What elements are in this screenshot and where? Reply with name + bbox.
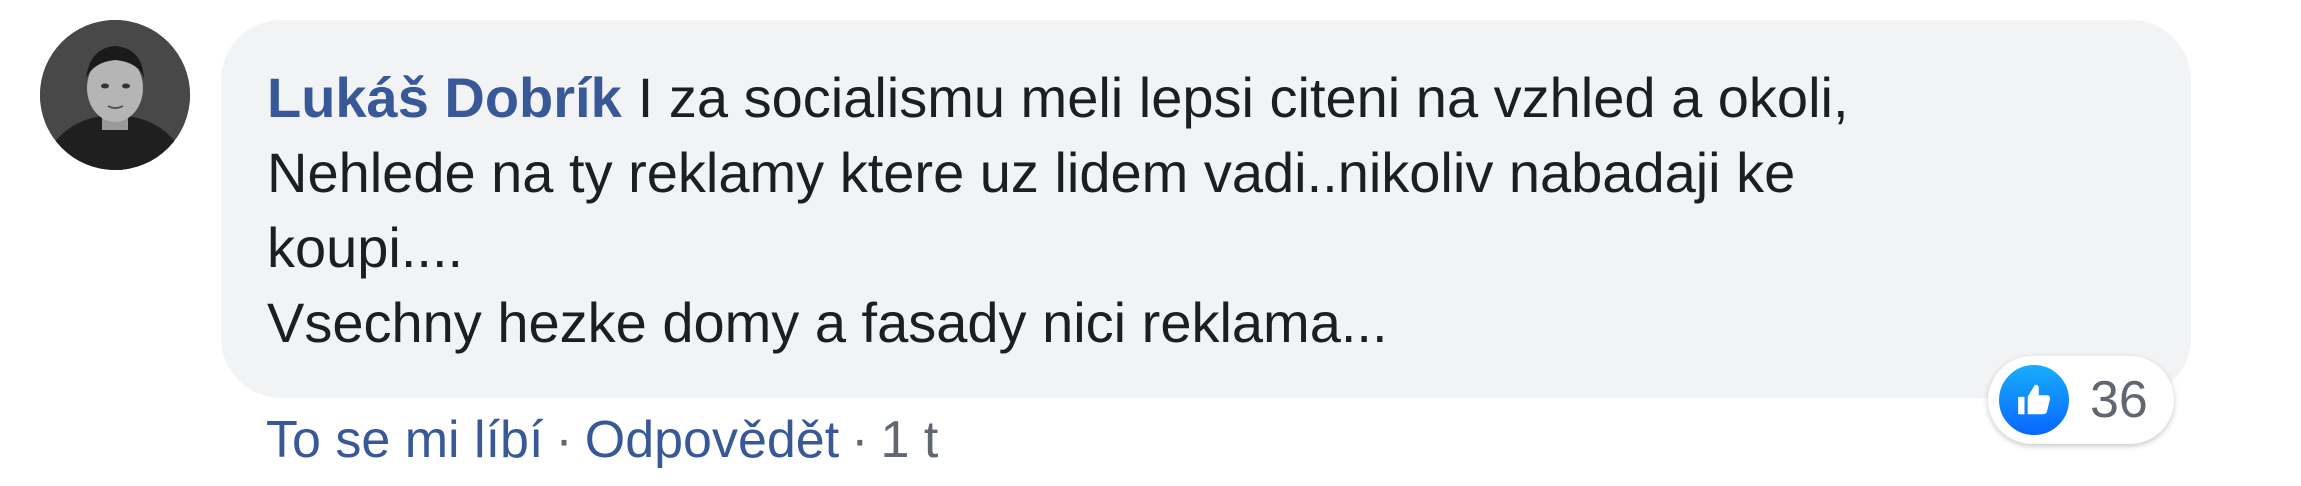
- thumbs-up-icon: [1996, 362, 2072, 438]
- separator: ·: [851, 411, 869, 469]
- comment-line: Lukáš Dobrík I za socialismu meli lepsi c…: [267, 60, 2027, 135]
- comment-timestamp[interactable]: 1 t: [881, 411, 939, 469]
- comment-line: Nehlede na ty reklamy ktere uz lidem vad…: [267, 141, 1796, 204]
- comment-author[interactable]: Lukáš Dobrík: [267, 66, 622, 129]
- comment-line: Vsechny hezke domy a fasady nici reklama…: [267, 291, 1388, 354]
- avatar[interactable]: [40, 20, 190, 170]
- comment-actions: To se mi líbí · Odpovědět · 1 t: [266, 405, 938, 475]
- comment-bubble: Lukáš Dobrík I za socialismu meli lepsi c…: [221, 20, 2191, 398]
- separator: ·: [555, 411, 573, 469]
- comment-line-text: I za socialismu meli lepsi citeni na vzh…: [637, 66, 1849, 129]
- like-link[interactable]: To se mi líbí: [266, 411, 543, 469]
- reaction-count: 36: [2090, 371, 2148, 429]
- avatar-photo: [40, 20, 190, 170]
- reply-link[interactable]: Odpovědět: [585, 411, 839, 469]
- reaction-summary[interactable]: 36: [1988, 356, 2174, 444]
- comment-line: koupi....: [267, 216, 464, 279]
- comment-text: Lukáš Dobrík I za socialismu meli lepsi c…: [267, 60, 2027, 360]
